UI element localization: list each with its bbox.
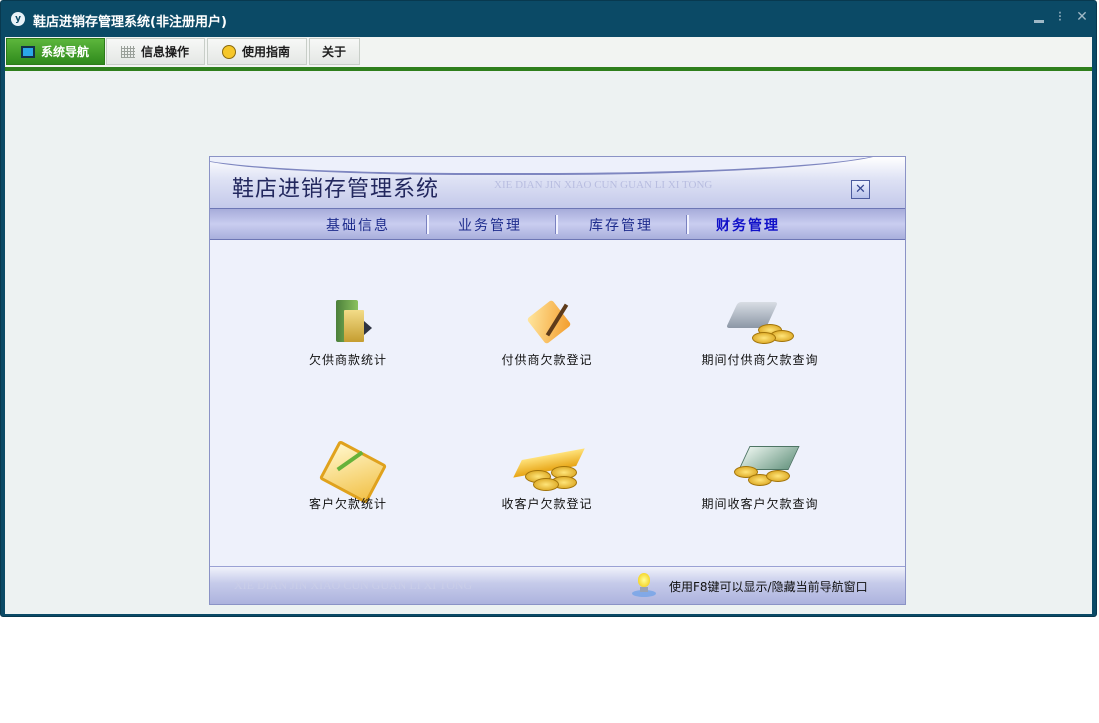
nav-item-supplier-payment-register[interactable]: 付供商欠款登记 <box>457 294 637 374</box>
nav-item-supplier-payment-query[interactable]: 期间付供商欠款查询 <box>670 294 850 374</box>
nav-item-label: 客户欠款统计 <box>308 497 387 511</box>
nav-item-customer-debt-stats[interactable]: 客户欠款统计 <box>258 438 438 518</box>
tab-label: 系统导航 <box>41 45 90 59</box>
ledger-icon <box>318 439 388 505</box>
nav-item-label: 收客户欠款登记 <box>501 497 593 511</box>
coins-icon <box>513 444 587 491</box>
minimize-icon <box>1034 20 1044 23</box>
nav-item-customer-receipt-register[interactable]: 收客户欠款登记 <box>457 438 637 518</box>
document-pen-icon <box>525 298 573 345</box>
tab-user-guide[interactable]: 使用指南 <box>207 38 307 65</box>
nav-category-tabs: 基础信息 业务管理 库存管理 财务管理 <box>210 208 905 240</box>
tab-label: 使用指南 <box>242 45 291 59</box>
f8-hint-text: 使用F8键可以显示/隐藏当前导航窗口 <box>669 580 868 594</box>
tab-separator <box>686 215 689 234</box>
folder-icon <box>330 300 372 344</box>
tab-separator <box>555 215 558 234</box>
nav-panel-header: 鞋店进销存管理系统 XIE DIAN JIN XIAO CUN GUAN LI … <box>210 157 905 208</box>
tab-finance-management[interactable]: 财务管理 <box>716 215 780 235</box>
nav-panel-title: 鞋店进销存管理系统 <box>232 177 440 202</box>
nav-item-label: 期间收客户欠款查询 <box>701 497 819 511</box>
nav-item-label: 期间付供商欠款查询 <box>701 353 819 367</box>
tab-basic-info[interactable]: 基础信息 <box>326 215 390 235</box>
navigation-panel: 鞋店进销存管理系统 XIE DIAN JIN XIAO CUN GUAN LI … <box>209 156 906 605</box>
lightbulb-icon <box>632 573 656 597</box>
minimize-button[interactable] <box>1031 9 1047 27</box>
tab-separator <box>426 215 429 234</box>
restore-button[interactable]: ⁝ <box>1052 9 1068 27</box>
tab-system-navigation[interactable]: 系统导航 <box>6 38 105 65</box>
nav-item-supplier-debt-stats[interactable]: 欠供商款统计 <box>258 294 438 374</box>
tab-label: 关于 <box>322 45 347 59</box>
close-button[interactable]: ✕ <box>1074 9 1090 27</box>
window-title: 鞋店进销存管理系统(非注册用户) <box>33 15 227 30</box>
tab-info-operations[interactable]: 信息操作 <box>106 38 205 65</box>
tab-about[interactable]: 关于 <box>309 38 360 65</box>
footer-watermark: XIE DIAN JIN XIAO CUN GUAN LI XI TONG <box>234 578 473 592</box>
calculator-coins-icon <box>725 302 798 344</box>
cash-coins-icon <box>730 446 800 488</box>
tab-inventory-management[interactable]: 库存管理 <box>589 215 653 235</box>
nav-panel-close-button[interactable]: ✕ <box>851 180 870 199</box>
nav-item-customer-receipt-query[interactable]: 期间收客户欠款查询 <box>670 438 850 518</box>
tab-business-management[interactable]: 业务管理 <box>458 215 522 235</box>
monitor-icon <box>21 46 35 58</box>
app-window: y 鞋店进销存管理系统(非注册用户) ⁝ ✕ 系统导航 信息操作 使用指南 关于… <box>0 0 1097 617</box>
nav-item-label: 欠供商款统计 <box>308 353 387 367</box>
app-logo-icon: y <box>11 12 25 26</box>
nav-panel-subtitle: XIE DIAN JIN XIAO CUN GUAN LI XI TONG <box>494 179 713 191</box>
menu-bar: 系统导航 信息操作 使用指南 关于 <box>5 37 1092 67</box>
nav-item-label: 付供商欠款登记 <box>501 353 593 367</box>
grid-icon <box>121 46 135 58</box>
compass-icon <box>222 45 236 59</box>
nav-panel-footer: XIE DIAN JIN XIAO CUN GUAN LI XI TONG 使用… <box>210 566 905 604</box>
tab-label: 信息操作 <box>141 45 190 59</box>
title-bar[interactable]: y 鞋店进销存管理系统(非注册用户) ⁝ ✕ <box>1 1 1096 37</box>
